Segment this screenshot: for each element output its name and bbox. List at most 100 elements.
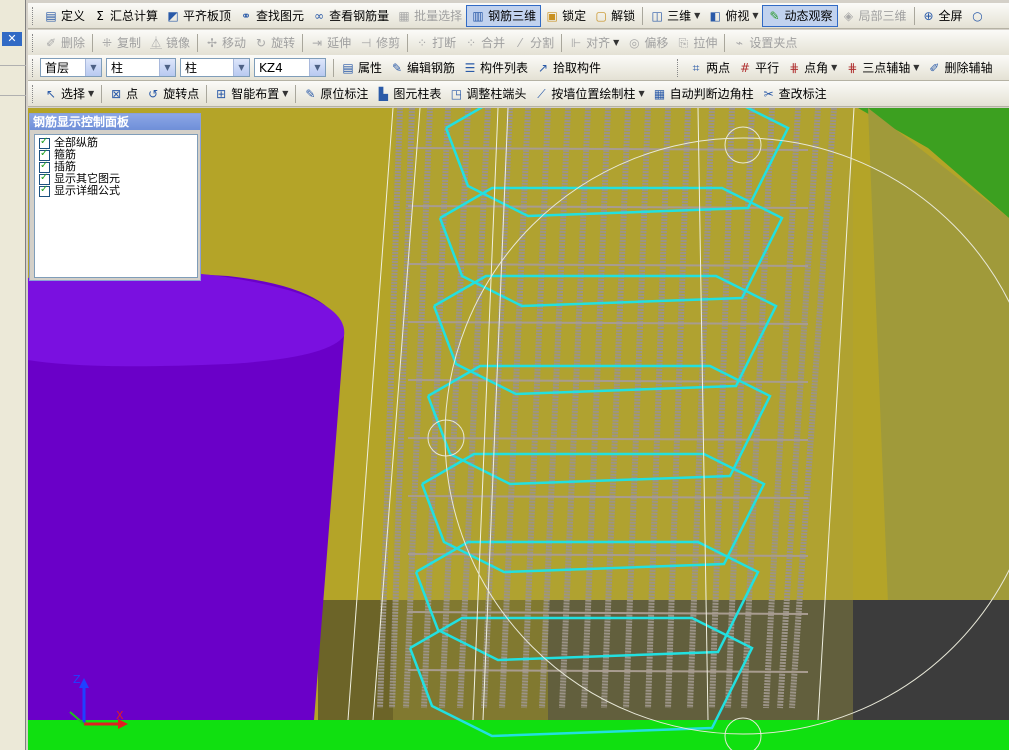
trim-label: 修剪 bbox=[376, 36, 401, 50]
define-button[interactable]: ▤ 定义 bbox=[40, 5, 89, 27]
component-toolbar: 首层 ▼ 柱 ▼ 柱 ▼ KZ4 ▼ ▤ 属性 ✎ 编辑钢筋 ☰ 构件列表 ↗ 拾取构件 ⌗ 两点… bbox=[28, 55, 1009, 81]
delete-axis-button[interactable]: ✐ 删除辅轴 bbox=[923, 57, 996, 79]
top-view-dropdown[interactable]: ◧ 俯视 ▼ bbox=[704, 5, 762, 27]
type-select[interactable]: 柱 ▼ bbox=[180, 58, 250, 77]
pick-component-button[interactable]: ↗ 拾取构件 bbox=[532, 57, 605, 79]
check-annotation-button[interactable]: ✂ 查改标注 bbox=[758, 83, 831, 105]
parallel-axis-button[interactable]: # 平行 bbox=[734, 57, 783, 79]
search-button[interactable]: ○ bbox=[967, 5, 992, 27]
edit-rebar-button[interactable]: ✎ 编辑钢筋 bbox=[386, 57, 459, 79]
local-3d-icon: ◈ bbox=[843, 8, 854, 23]
chevron-down-icon: ▼ bbox=[282, 89, 289, 98]
lock-button[interactable]: ▣ 锁定 bbox=[541, 5, 590, 27]
three-point-axis-label: 三点辅轴 bbox=[862, 61, 911, 75]
properties-button[interactable]: ▤ 属性 bbox=[337, 57, 386, 79]
trim-icon: ⊣ bbox=[360, 35, 372, 50]
auto-corner-button[interactable]: ▦ 自动判断边角柱 bbox=[649, 83, 758, 105]
break-label: 打断 bbox=[432, 36, 457, 50]
align-dropdown[interactable]: ⊩ 对齐 ▼ bbox=[565, 32, 623, 54]
view-rebar-qty-button[interactable]: ∞ 查看钢筋量 bbox=[308, 5, 393, 27]
dock-divider bbox=[0, 65, 26, 66]
unlock-button[interactable]: ▢ 解锁 bbox=[590, 5, 639, 27]
select-label: 选择 bbox=[61, 87, 86, 101]
toolbar-grip[interactable] bbox=[32, 58, 36, 77]
orbit-button[interactable]: ✎ 动态观察 bbox=[762, 4, 838, 27]
point-icon: ⊠ bbox=[111, 86, 122, 101]
stretch-button[interactable]: ⎘ 拉伸 bbox=[672, 32, 721, 54]
select-dropdown[interactable]: ↖ 选择 ▼ bbox=[40, 83, 98, 105]
3d-view-dropdown[interactable]: ◫ 三维 ▼ bbox=[646, 5, 704, 27]
checkbox-icon[interactable] bbox=[39, 184, 50, 197]
annotate-button[interactable]: ✎ 原位标注 bbox=[299, 83, 372, 105]
chevron-down-icon: ▼ bbox=[613, 38, 620, 47]
trim-button[interactable]: ⊣ 修剪 bbox=[355, 32, 404, 54]
component-select[interactable]: KZ4 ▼ bbox=[254, 58, 326, 77]
summary-calc-button[interactable]: Σ 汇总计算 bbox=[89, 5, 162, 27]
panel-title: 钢筋显示控制面板 bbox=[30, 114, 200, 130]
two-point-axis-button[interactable]: ⌗ 两点 bbox=[685, 57, 734, 79]
local-3d-label: 局部三维 bbox=[858, 9, 907, 23]
floor-select[interactable]: 首层 ▼ bbox=[40, 58, 102, 77]
toolbar-separator bbox=[101, 84, 103, 103]
chevron-down-icon[interactable]: ▼ bbox=[309, 59, 325, 76]
merge-label: 合并 bbox=[481, 36, 506, 50]
pick-icon: ↗ bbox=[538, 60, 549, 75]
toolbar-grip[interactable] bbox=[32, 6, 36, 25]
properties-icon: ▤ bbox=[342, 60, 354, 75]
extend-button[interactable]: ⇥ 延伸 bbox=[306, 32, 355, 54]
find-element-button[interactable]: ⚭ 查找图元 bbox=[235, 5, 308, 27]
toolbar-separator bbox=[295, 84, 297, 103]
split-button[interactable]: ⁄ 分割 bbox=[509, 32, 558, 54]
option-label: 显示详细公式 bbox=[54, 184, 120, 197]
rotate-point-label: 旋转点 bbox=[163, 87, 200, 101]
break-button[interactable]: ⁘ 打断 bbox=[411, 32, 460, 54]
option-show-formula[interactable]: 显示详细公式 bbox=[39, 184, 193, 197]
chevron-down-icon: ▼ bbox=[752, 11, 759, 20]
component-list-button[interactable]: ☰ 构件列表 bbox=[459, 57, 532, 79]
align-label: 对齐 bbox=[586, 36, 611, 50]
rotate-label: 旋转 bbox=[271, 36, 296, 50]
stretch-label: 拉伸 bbox=[693, 36, 718, 50]
batch-select-button[interactable]: ▦ 批量选择 bbox=[393, 5, 466, 27]
point-button[interactable]: ⊠ 点 bbox=[105, 83, 142, 105]
column-table-button[interactable]: ▙ 图元柱表 bbox=[372, 83, 445, 105]
wall-column-dropdown[interactable]: ⟋ 按墙位置绘制柱 ▼ bbox=[530, 83, 648, 105]
extend-icon: ⇥ bbox=[312, 35, 323, 50]
local-3d-button[interactable]: ◈ 局部三维 bbox=[838, 5, 911, 27]
copy-button[interactable]: ⁜ 复制 bbox=[96, 32, 145, 54]
delete-icon: ✐ bbox=[45, 35, 57, 50]
move-button[interactable]: ✢ 移动 bbox=[201, 32, 250, 54]
close-icon[interactable]: ✕ bbox=[2, 32, 22, 46]
rebar-3d-button[interactable]: ▥ 钢筋三维 bbox=[466, 4, 542, 27]
point-angle-dropdown[interactable]: ⋕ 点角 ▼ bbox=[783, 57, 841, 79]
fullscreen-label: 全屏 bbox=[938, 9, 963, 23]
align-slab-button[interactable]: ◩ 平齐板顶 bbox=[162, 5, 235, 27]
delete-button[interactable]: ✐ 删除 bbox=[40, 32, 89, 54]
rotate-point-button[interactable]: ↺ 旋转点 bbox=[142, 83, 203, 105]
rebar-3d-label: 钢筋三维 bbox=[488, 9, 537, 23]
adjust-end-button[interactable]: ◳ 调整柱端头 bbox=[445, 83, 530, 105]
wall-column-icon: ⟋ bbox=[537, 86, 546, 101]
merge-button[interactable]: ⁘ 合并 bbox=[460, 32, 509, 54]
copy-icon: ⁜ bbox=[101, 35, 113, 50]
toolbar-grip[interactable] bbox=[677, 58, 681, 77]
left-dock-strip: ✕ bbox=[0, 0, 26, 750]
fullscreen-button[interactable]: ⊕ 全屏 bbox=[918, 5, 967, 27]
smart-layout-dropdown[interactable]: ⊞ 智能布置 ▼ bbox=[210, 83, 292, 105]
chevron-down-icon[interactable]: ▼ bbox=[85, 59, 101, 76]
grip-point-button[interactable]: ⌁ 设置夹点 bbox=[728, 32, 801, 54]
component-list-label: 构件列表 bbox=[480, 61, 529, 75]
chevron-down-icon[interactable]: ▼ bbox=[233, 59, 249, 76]
three-point-axis-dropdown[interactable]: ⋕ 三点辅轴 ▼ bbox=[841, 57, 923, 79]
toolbar-grip[interactable] bbox=[32, 33, 36, 52]
rotate-button[interactable]: ↻ 旋转 bbox=[250, 32, 299, 54]
toolbar-grip[interactable] bbox=[32, 84, 36, 103]
align-slab-label: 平齐板顶 bbox=[183, 9, 232, 23]
chevron-down-icon[interactable]: ▼ bbox=[159, 59, 175, 76]
category-select[interactable]: 柱 ▼ bbox=[106, 58, 176, 77]
mirror-button[interactable]: ⏅ 镜像 bbox=[145, 32, 194, 54]
summary-calc-label: 汇总计算 bbox=[110, 9, 159, 23]
toolbar-separator bbox=[724, 33, 726, 52]
offset-button[interactable]: ◎ 偏移 bbox=[623, 32, 672, 54]
define-label: 定义 bbox=[61, 9, 86, 23]
